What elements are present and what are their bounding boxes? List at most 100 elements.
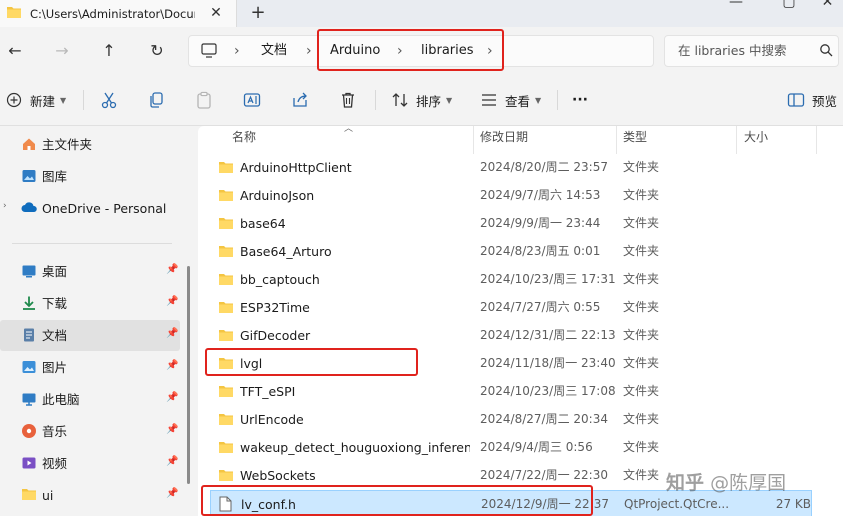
more-options-icon[interactable]: ··· bbox=[572, 88, 588, 112]
file-type: 文件夹 bbox=[623, 160, 660, 174]
cut-button[interactable] bbox=[99, 88, 119, 112]
file-date-modified: 2024/10/23/周三 17:31 bbox=[480, 272, 616, 286]
folder-row[interactable]: ArduinoHttpClient 2024/8/20/周二 23:57 文件夹 bbox=[210, 154, 812, 181]
file-date-modified: 2024/11/18/周一 23:40 bbox=[480, 356, 616, 370]
file-name: UrlEncode bbox=[240, 412, 304, 427]
maximize-button[interactable]: ▢ bbox=[767, 0, 811, 10]
breadcrumb-arduino[interactable]: Arduino bbox=[330, 36, 380, 66]
sort-ascending-icon: ︿ bbox=[344, 124, 354, 134]
sidebar-item-desktop[interactable]: 桌面 📌 bbox=[0, 256, 180, 287]
file-date-modified: 2024/7/27/周六 0:55 bbox=[480, 300, 601, 314]
file-name: lv_conf.h bbox=[241, 497, 296, 512]
file-type: 文件夹 bbox=[623, 300, 660, 314]
sidebar-item-gallery[interactable]: 图库 bbox=[0, 161, 180, 192]
pin-icon[interactable]: 📌 bbox=[166, 424, 178, 435]
back-arrow-icon[interactable]: ← bbox=[2, 39, 28, 63]
minimize-button[interactable]: — bbox=[714, 0, 758, 10]
tab-close-icon[interactable]: ✕ bbox=[207, 4, 225, 22]
breadcrumb-separator: › bbox=[397, 43, 403, 59]
sort-button[interactable]: 排序 ▼ bbox=[390, 88, 452, 112]
sidebar-item-home[interactable]: 主文件夹 bbox=[0, 129, 180, 160]
view-button[interactable]: 查看 ▼ bbox=[479, 88, 541, 112]
column-divider[interactable] bbox=[616, 126, 617, 154]
preview-button[interactable]: 预览 bbox=[786, 88, 837, 112]
pin-icon[interactable]: 📌 bbox=[166, 456, 178, 467]
sidebar-item-ui[interactable]: ui 📌 bbox=[0, 480, 180, 511]
pin-icon[interactable]: 📌 bbox=[166, 328, 178, 339]
chevron-down-icon: ▼ bbox=[535, 95, 542, 105]
paste-button[interactable] bbox=[194, 88, 214, 112]
sidebar-scrollbar[interactable] bbox=[187, 266, 190, 484]
share-icon bbox=[290, 90, 310, 110]
toolbar-divider bbox=[557, 90, 558, 110]
folder-row[interactable]: bb_captouch 2024/10/23/周三 17:31 文件夹 bbox=[210, 266, 812, 293]
toolbar-divider bbox=[83, 90, 84, 110]
up-arrow-icon[interactable]: ↑ bbox=[96, 39, 122, 63]
folder-row[interactable]: GifDecoder 2024/12/31/周二 22:13 文件夹 bbox=[210, 322, 812, 349]
breadcrumb-documents[interactable]: 文档 bbox=[261, 36, 287, 66]
rename-button[interactable] bbox=[242, 88, 262, 112]
watermark: 知乎 @陈厚国 bbox=[666, 468, 786, 495]
folder-row[interactable]: Base64_Arturo 2024/8/23/周五 0:01 文件夹 bbox=[210, 238, 812, 265]
delete-button[interactable] bbox=[338, 88, 358, 112]
sidebar-item-pictures[interactable]: 图片 📌 bbox=[0, 352, 180, 383]
column-divider[interactable] bbox=[736, 126, 737, 154]
copy-button[interactable] bbox=[146, 88, 166, 112]
sidebar-item-documents[interactable]: 文档 📌 bbox=[0, 320, 180, 351]
folder-icon bbox=[6, 5, 22, 22]
column-header-name[interactable]: 名称 bbox=[232, 126, 256, 148]
window-tab[interactable]: C:\Users\Administrator\Docun ✕ bbox=[0, 0, 237, 27]
scissors-icon bbox=[99, 90, 119, 110]
pin-icon[interactable]: 📌 bbox=[166, 392, 178, 403]
file-name: WebSockets bbox=[240, 468, 316, 483]
sidebar-item-music[interactable]: 音乐 📌 bbox=[0, 416, 180, 447]
sidebar-item-videos[interactable]: 视频 📌 bbox=[0, 448, 180, 479]
column-header-size[interactable]: 大小 bbox=[744, 126, 768, 148]
folder-row[interactable]: lvgl 2024/11/18/周一 23:40 文件夹 bbox=[210, 350, 812, 377]
chevron-right-icon[interactable]: › bbox=[3, 201, 7, 211]
folder-row[interactable]: wakeup_detect_houguoxiong_inferen... 2024… bbox=[210, 434, 812, 461]
column-divider[interactable] bbox=[816, 126, 817, 154]
navigation-pane: 主文件夹 图库 › OneDrive - Personal 桌面 📌 下载 📌 … bbox=[0, 126, 190, 516]
view-list-icon bbox=[479, 90, 499, 110]
breadcrumb-libraries[interactable]: libraries bbox=[421, 36, 474, 66]
folder-row[interactable]: base64 2024/9/9/周一 23:44 文件夹 bbox=[210, 210, 812, 237]
pin-icon[interactable]: 📌 bbox=[166, 296, 178, 307]
sidebar-item-label: 图片 bbox=[42, 360, 68, 375]
plus-circle-icon bbox=[4, 90, 24, 110]
close-button[interactable]: ✕ bbox=[812, 0, 843, 10]
refresh-icon[interactable]: ↻ bbox=[144, 39, 170, 63]
download-icon bbox=[21, 295, 37, 311]
share-button[interactable] bbox=[290, 88, 310, 112]
file-type: 文件夹 bbox=[623, 384, 660, 398]
folder-row[interactable]: UrlEncode 2024/8/27/周二 20:34 文件夹 bbox=[210, 406, 812, 433]
folder-row[interactable]: TFT_eSPI 2024/10/23/周三 17:08 文件夹 bbox=[210, 378, 812, 405]
address-bar[interactable]: › 文档 › Arduino › libraries › bbox=[188, 35, 654, 67]
file-name: ArduinoHttpClient bbox=[240, 160, 352, 175]
breadcrumb-separator: › bbox=[487, 43, 493, 59]
column-divider[interactable] bbox=[473, 126, 474, 154]
folder-icon bbox=[218, 188, 234, 205]
sidebar-item-this-pc[interactable]: 此电脑 📌 bbox=[0, 384, 180, 415]
folder-row[interactable]: ArduinoJson 2024/9/7/周六 14:53 文件夹 bbox=[210, 182, 812, 209]
sidebar-item-label: OneDrive - Personal bbox=[42, 201, 167, 216]
pin-icon[interactable]: 📌 bbox=[166, 488, 178, 499]
column-header-date[interactable]: 修改日期 bbox=[480, 126, 528, 148]
forward-arrow-icon[interactable]: → bbox=[49, 39, 75, 63]
file-name: Base64_Arturo bbox=[240, 244, 332, 259]
title-bar: C:\Users\Administrator\Docun ✕ + — ▢ ✕ bbox=[0, 0, 843, 27]
preview-label: 预览 bbox=[812, 93, 838, 109]
sort-arrows-icon bbox=[390, 90, 410, 110]
pin-icon[interactable]: 📌 bbox=[166, 264, 178, 275]
pin-icon[interactable]: 📌 bbox=[166, 360, 178, 371]
folder-row[interactable]: ESP32Time 2024/7/27/周六 0:55 文件夹 bbox=[210, 294, 812, 321]
cloud-icon bbox=[21, 200, 37, 216]
sidebar-item-label: 视频 bbox=[42, 456, 68, 471]
column-header-type[interactable]: 类型 bbox=[623, 126, 647, 148]
file-name: ArduinoJson bbox=[240, 188, 315, 203]
search-input[interactable]: 在 libraries 中搜索 bbox=[664, 35, 839, 67]
sidebar-item-downloads[interactable]: 下载 📌 bbox=[0, 288, 180, 319]
sidebar-item-onedrive[interactable]: › OneDrive - Personal bbox=[0, 193, 180, 224]
new-button[interactable]: 新建 ▼ bbox=[4, 88, 66, 112]
new-tab-button[interactable]: + bbox=[248, 3, 268, 23]
